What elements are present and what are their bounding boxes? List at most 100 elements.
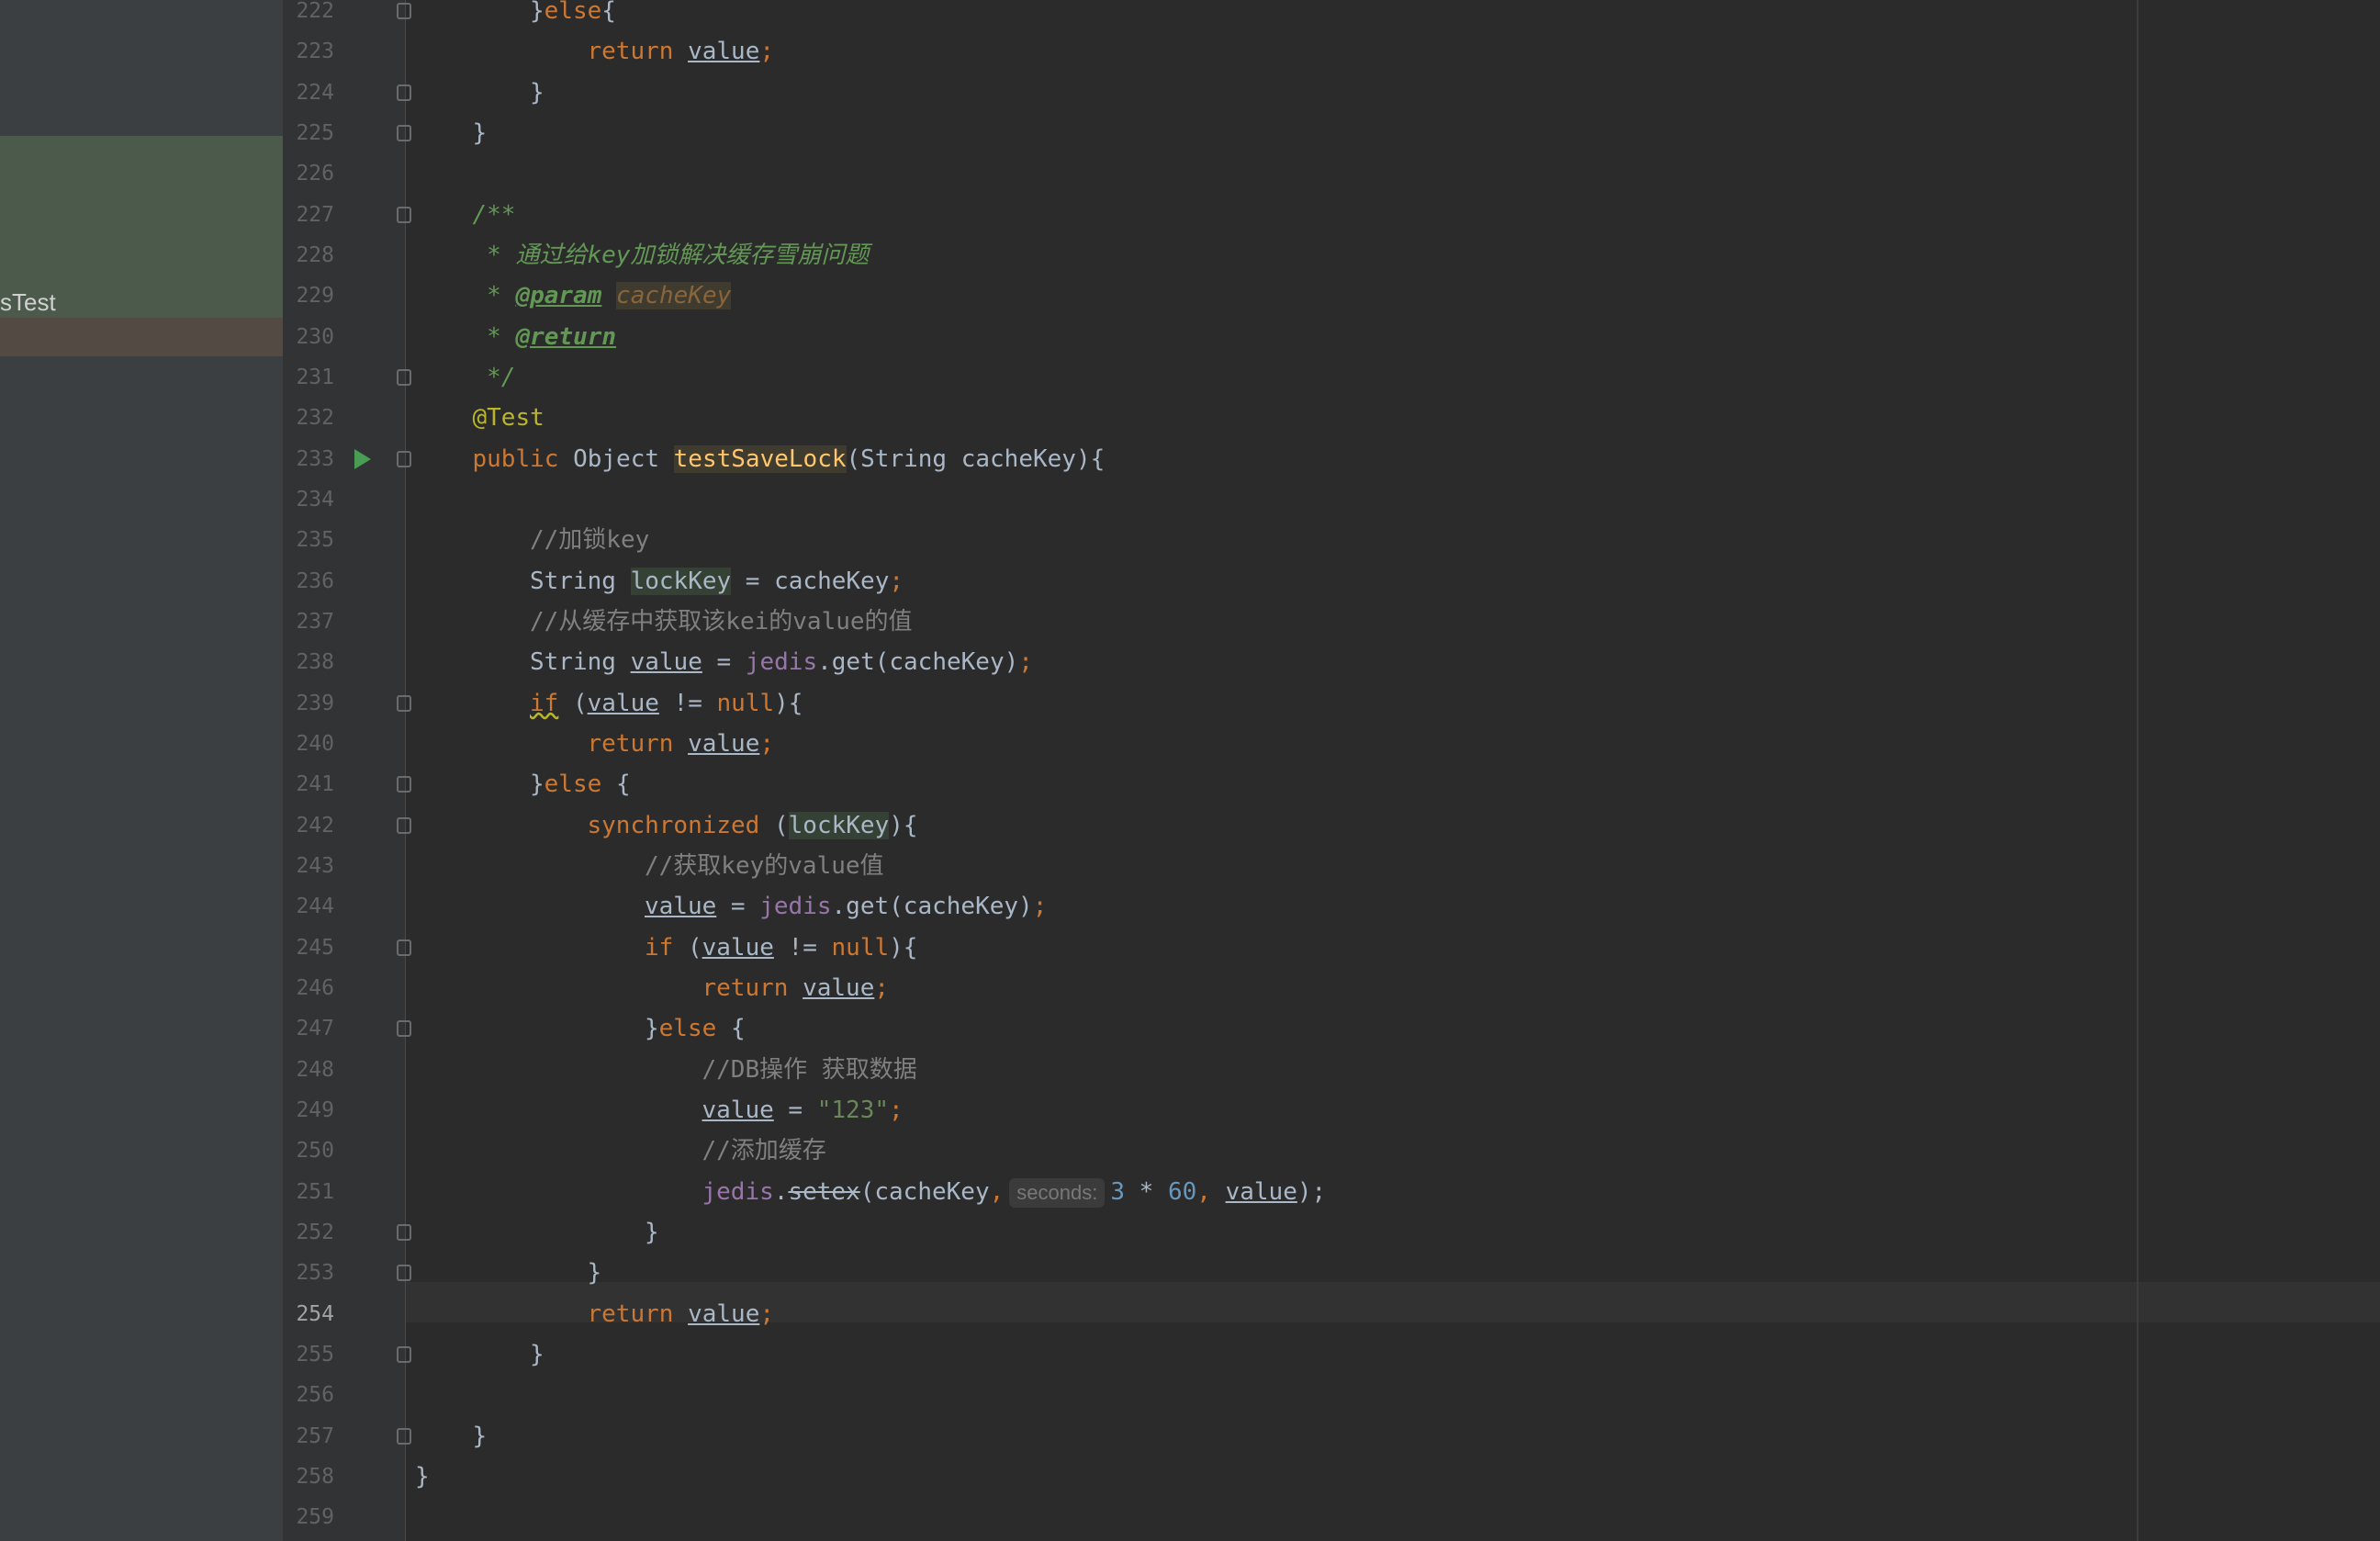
code-token: !=	[773, 933, 832, 962]
line-number[interactable]: 251	[283, 1172, 334, 1212]
code-line[interactable]: String lockKey = cacheKey;	[530, 561, 904, 602]
code-token: ){	[889, 811, 918, 839]
fold-marker-icon[interactable]	[397, 84, 411, 101]
line-number[interactable]: 246	[283, 968, 334, 1008]
run-test-icon[interactable]	[354, 448, 371, 469]
line-number[interactable]: 235	[283, 520, 334, 560]
fold-marker-icon[interactable]	[397, 1427, 411, 1445]
code-line[interactable]: public Object testSaveLock(String cacheK…	[472, 439, 1105, 479]
fold-marker-icon[interactable]	[397, 3, 411, 19]
line-number[interactable]: 255	[283, 1334, 334, 1375]
code-line[interactable]: synchronized (lockKey){	[588, 805, 918, 846]
line-number[interactable]: 227	[283, 195, 334, 235]
code-token: value	[803, 973, 875, 1002]
line-number[interactable]: 234	[283, 479, 334, 520]
fold-marker-icon[interactable]	[397, 694, 411, 712]
code-line[interactable]: }	[473, 1416, 488, 1457]
line-number[interactable]: 240	[283, 724, 334, 764]
line-number[interactable]: 259	[283, 1497, 334, 1537]
fold-marker-icon[interactable]	[397, 206, 411, 223]
fold-marker-icon[interactable]	[397, 1265, 411, 1282]
code-line[interactable]: }	[530, 1334, 544, 1375]
code-line[interactable]: */	[473, 357, 515, 398]
code-line[interactable]: }else {	[645, 1008, 746, 1049]
line-number[interactable]: 232	[283, 398, 334, 438]
line-number[interactable]: 247	[283, 1008, 334, 1049]
line-number[interactable]: 224	[283, 73, 334, 113]
code-line[interactable]: //DB操作 获取数据	[702, 1050, 917, 1090]
code-line[interactable]: value = "123";	[702, 1090, 904, 1130]
code-line[interactable]: String value = jedis.get(cacheKey);	[530, 642, 1033, 682]
code-line[interactable]: }else {	[530, 764, 631, 804]
code-line[interactable]: return value;	[702, 968, 890, 1008]
line-number[interactable]: 228	[283, 235, 334, 276]
line-number[interactable]: 236	[283, 561, 334, 602]
line-number[interactable]: 253	[283, 1253, 334, 1293]
fold-marker-icon[interactable]	[397, 368, 411, 386]
code-line[interactable]: if (value != null){	[645, 928, 917, 968]
fold-marker-icon[interactable]	[397, 450, 411, 467]
line-number[interactable]: 225	[283, 113, 334, 153]
code-line[interactable]: }	[530, 73, 544, 113]
code-line[interactable]: }	[645, 1212, 659, 1253]
line-number[interactable]: 223	[283, 31, 334, 72]
line-number[interactable]: 252	[283, 1212, 334, 1253]
line-number[interactable]: 238	[283, 642, 334, 682]
line-number[interactable]: 254	[283, 1294, 334, 1334]
fold-marker-icon[interactable]	[397, 939, 411, 956]
sidebar-item-label[interactable]: sTest	[0, 286, 56, 319]
fold-marker-icon[interactable]	[397, 124, 411, 141]
line-number[interactable]: 249	[283, 1090, 334, 1130]
line-number[interactable]: 222	[283, 0, 334, 31]
line-number[interactable]: 257	[283, 1416, 334, 1457]
code-line[interactable]: return value;	[588, 31, 775, 72]
line-number[interactable]: 226	[283, 153, 334, 194]
line-number[interactable]: 241	[283, 764, 334, 804]
code-line[interactable]: //获取key的value值	[645, 846, 884, 886]
code-line[interactable]: if (value != null){	[530, 683, 803, 724]
line-number[interactable]: 237	[283, 602, 334, 642]
code-line[interactable]: //从缓存中获取该kei的value的值	[530, 602, 913, 642]
code-line[interactable]: * @param cacheKey	[473, 276, 732, 316]
line-number[interactable]: 256	[283, 1375, 334, 1415]
code-token: ,	[989, 1177, 1005, 1206]
fold-marker-icon[interactable]	[397, 1345, 411, 1363]
code-line[interactable]: return value;	[588, 1294, 775, 1334]
code-token: else	[544, 770, 616, 799]
code-line[interactable]: @Test	[473, 398, 544, 438]
code-token: =	[773, 1096, 817, 1124]
code-token: return	[587, 1299, 689, 1328]
line-number[interactable]: 258	[283, 1457, 334, 1497]
code-token: {	[730, 1015, 746, 1043]
gutter-divider	[405, 0, 406, 1541]
code-line[interactable]: }	[473, 113, 488, 153]
code-token: public	[472, 444, 574, 473]
code-line[interactable]: //加锁key	[530, 520, 649, 560]
fold-marker-icon[interactable]	[397, 1020, 411, 1038]
line-number[interactable]: 243	[283, 846, 334, 886]
line-number[interactable]: 239	[283, 683, 334, 724]
line-number[interactable]: 248	[283, 1050, 334, 1090]
line-number[interactable]: 250	[283, 1130, 334, 1171]
code-line[interactable]: * 通过给key加锁解决缓存雪崩问题	[473, 235, 869, 276]
line-number[interactable]: 244	[283, 886, 334, 927]
code-line[interactable]: }else{	[530, 0, 616, 31]
code-line[interactable]: value = jedis.get(cacheKey);	[645, 886, 1047, 927]
line-number[interactable]: 231	[283, 357, 334, 398]
code-line[interactable]: return value;	[588, 724, 775, 764]
fold-marker-icon[interactable]	[397, 776, 411, 793]
code-token: .get(cacheKey)	[831, 893, 1033, 921]
fold-marker-icon[interactable]	[397, 1223, 411, 1241]
code-line[interactable]: * @return	[473, 317, 616, 357]
code-line[interactable]: //添加缓存	[702, 1130, 826, 1171]
code-line[interactable]: jedis.setex(cacheKey, seconds: 3 * 60, val…	[702, 1172, 1326, 1212]
code-line[interactable]: /**	[473, 195, 516, 235]
line-number[interactable]: 242	[283, 805, 334, 846]
fold-marker-icon[interactable]	[397, 816, 411, 834]
line-number[interactable]: 229	[283, 276, 334, 316]
code-line[interactable]: }	[415, 1457, 430, 1497]
line-number[interactable]: 245	[283, 928, 334, 968]
code-line[interactable]: }	[588, 1253, 602, 1293]
line-number[interactable]: 230	[283, 317, 334, 357]
line-number[interactable]: 233	[283, 439, 334, 479]
